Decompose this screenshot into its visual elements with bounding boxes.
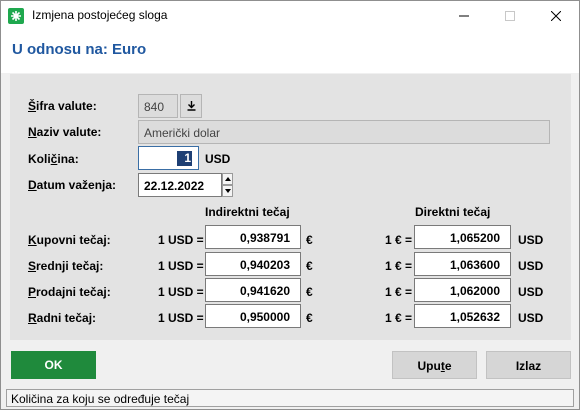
radni-label: Radni tečaj: xyxy=(28,311,97,325)
sifra-label: Šifra valute: xyxy=(28,99,97,113)
prodajni-label: Prodajni tečaj: xyxy=(28,285,111,299)
srednji-indirect-input[interactable]: 0,940203 xyxy=(205,252,301,276)
kolicina-label: Količina: xyxy=(28,152,79,166)
direct-unit: USD xyxy=(518,285,544,299)
kupovni-indirect-input[interactable]: 0,938791 xyxy=(205,225,301,249)
indirect-unit: € xyxy=(306,233,313,247)
page-title: U odnosu na: Euro xyxy=(12,41,147,58)
direct-header: Direktni tečaj xyxy=(415,205,491,219)
srednji-label: Srednji tečaj: xyxy=(28,259,104,273)
radni-indirect-input[interactable]: 0,950000 xyxy=(205,304,301,328)
direct-prefix: 1 € = xyxy=(385,285,413,299)
sifra-lookup-button[interactable] xyxy=(180,94,202,118)
radni-direct-input[interactable]: 1,052632 xyxy=(414,304,511,328)
chevron-down-icon xyxy=(225,189,231,193)
direct-unit: USD xyxy=(518,233,544,247)
minimize-icon xyxy=(459,15,469,17)
datum-input[interactable]: 22.12.2022 xyxy=(138,173,222,197)
dialog-window: Izmjena postojećeg sloga U odnosu na: Eu… xyxy=(0,0,580,410)
close-icon xyxy=(551,11,561,21)
app-icon xyxy=(8,8,24,24)
indirect-unit: € xyxy=(306,259,313,273)
indirect-unit: € xyxy=(306,285,313,299)
window-title: Izmjena postojećeg sloga xyxy=(32,8,168,22)
maximize-button[interactable] xyxy=(487,1,533,31)
indirect-header: Indirektni tečaj xyxy=(205,205,290,219)
status-bar: Količina za koju se određuje tečaj xyxy=(6,389,574,407)
exit-button[interactable]: Izlaz xyxy=(486,351,571,379)
srednji-direct-input[interactable]: 1,063600 xyxy=(414,252,511,276)
indirect-prefix: 1 USD = xyxy=(158,259,204,273)
prodajni-direct-input[interactable]: 1,062000 xyxy=(414,278,511,302)
direct-prefix: 1 € = xyxy=(385,233,413,247)
naziv-label: Naziv valute: xyxy=(28,125,102,139)
datum-label: Datum važenja: xyxy=(28,178,117,192)
header: U odnosu na: Euro xyxy=(1,31,579,73)
kolicina-value: 1 xyxy=(177,151,192,166)
direct-prefix: 1 € = xyxy=(385,311,413,325)
help-button[interactable]: Upute xyxy=(392,351,477,379)
direct-unit: USD xyxy=(518,311,544,325)
direct-unit: USD xyxy=(518,259,544,273)
date-spin-up[interactable] xyxy=(222,173,233,185)
maximize-icon xyxy=(505,11,515,21)
title-bar: Izmjena postojećeg sloga xyxy=(1,1,579,31)
close-button[interactable] xyxy=(533,1,579,31)
download-arrow-icon xyxy=(187,101,196,111)
direct-prefix: 1 € = xyxy=(385,259,413,273)
kupovni-direct-input[interactable]: 1,065200 xyxy=(414,225,511,249)
ok-button[interactable]: OK xyxy=(11,351,96,379)
minimize-button[interactable] xyxy=(441,1,487,31)
date-spin-down[interactable] xyxy=(222,185,233,197)
kolicina-input[interactable]: 1 xyxy=(138,146,199,170)
kupovni-label: Kupovni tečaj: xyxy=(28,233,111,247)
sifra-field: 840 xyxy=(138,94,178,118)
kolicina-unit: USD xyxy=(205,152,231,166)
indirect-prefix: 1 USD = xyxy=(158,285,204,299)
indirect-unit: € xyxy=(306,311,313,325)
naziv-field: Američki dolar xyxy=(138,120,550,144)
indirect-prefix: 1 USD = xyxy=(158,311,204,325)
indirect-prefix: 1 USD = xyxy=(158,233,204,247)
chevron-up-icon xyxy=(225,177,231,181)
prodajni-indirect-input[interactable]: 0,941620 xyxy=(205,278,301,302)
